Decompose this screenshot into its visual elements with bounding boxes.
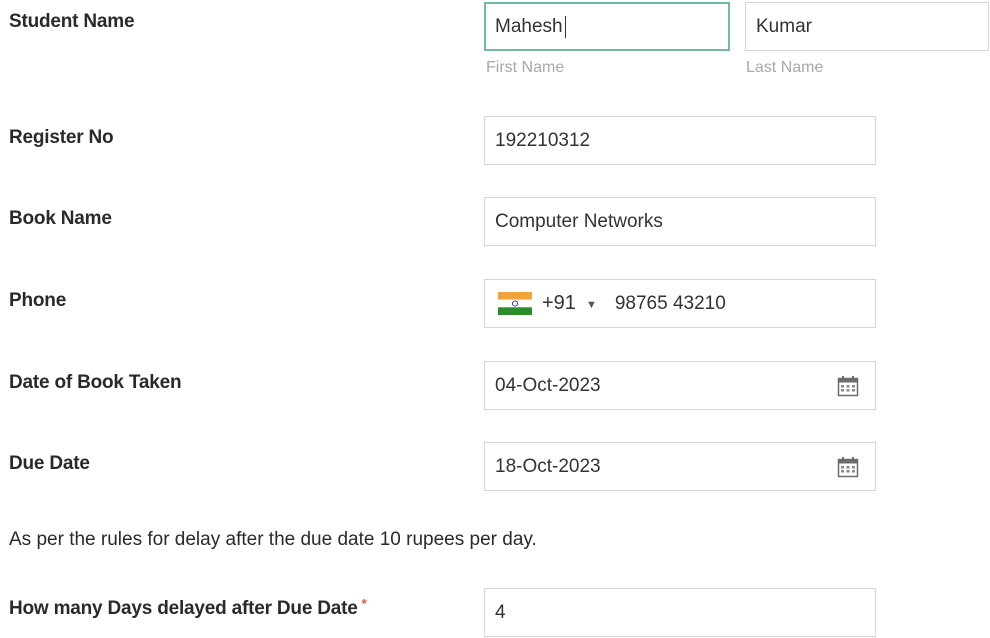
book-name-value: Computer Networks: [495, 210, 663, 232]
days-delayed-value: 4: [495, 601, 506, 623]
date-taken-label: Date of Book Taken: [9, 372, 182, 393]
country-code-dropdown-icon[interactable]: ▼: [586, 299, 597, 311]
phone-number-value: 98765 43210: [614, 292, 726, 314]
date-taken-input[interactable]: 04-Oct-2023: [484, 361, 876, 410]
rules-note: As per the rules for delay after the due…: [9, 529, 537, 550]
last-name-input[interactable]: Kumar: [745, 2, 989, 51]
book-name-label: Book Name: [9, 208, 112, 229]
register-no-input[interactable]: 192210312: [484, 116, 876, 165]
required-marker: *: [361, 596, 367, 611]
date-taken-value: 04-Oct-2023: [495, 374, 601, 396]
first-name-sublabel: First Name: [486, 59, 565, 76]
last-name-sublabel: Last Name: [746, 59, 824, 76]
last-name-value: Kumar: [756, 15, 812, 37]
phone-input[interactable]: +91 ▼ 98765 43210: [484, 279, 876, 328]
country-code[interactable]: +91: [542, 292, 576, 315]
register-no-value: 192210312: [495, 129, 591, 151]
student-name-label: Student Name: [9, 11, 135, 32]
first-name-value: Mahesh: [495, 15, 563, 37]
calendar-icon[interactable]: [837, 375, 859, 397]
phone-label: Phone: [9, 290, 67, 311]
first-name-input[interactable]: Mahesh: [484, 2, 730, 51]
calendar-icon[interactable]: [837, 456, 859, 478]
due-date-label: Due Date: [9, 453, 90, 474]
due-date-input[interactable]: 18-Oct-2023: [484, 442, 876, 491]
due-date-value: 18-Oct-2023: [495, 455, 601, 477]
text-caret: [564, 15, 566, 38]
india-flag-icon[interactable]: [498, 292, 532, 315]
book-name-input[interactable]: Computer Networks: [484, 197, 876, 246]
days-delayed-label-text: How many Days delayed after Due Date: [9, 598, 358, 619]
days-delayed-input[interactable]: 4: [484, 588, 876, 637]
register-no-label: Register No: [9, 127, 114, 148]
days-delayed-label: How many Days delayed after Due Date *: [9, 596, 367, 620]
